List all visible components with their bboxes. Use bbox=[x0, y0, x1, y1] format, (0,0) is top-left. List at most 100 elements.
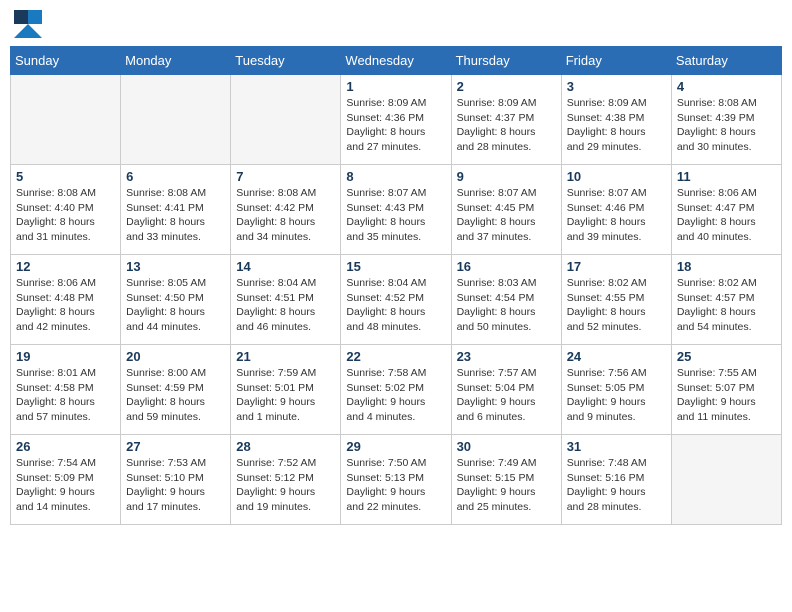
day-info: Sunrise: 8:06 AMSunset: 4:48 PMDaylight:… bbox=[16, 276, 115, 335]
calendar-cell: 17Sunrise: 8:02 AMSunset: 4:55 PMDayligh… bbox=[561, 255, 671, 345]
day-info: Sunrise: 8:09 AMSunset: 4:37 PMDaylight:… bbox=[457, 96, 556, 155]
day-number: 27 bbox=[126, 439, 225, 454]
day-number: 9 bbox=[457, 169, 556, 184]
day-number: 3 bbox=[567, 79, 666, 94]
day-number: 20 bbox=[126, 349, 225, 364]
day-info: Sunrise: 8:08 AMSunset: 4:39 PMDaylight:… bbox=[677, 96, 776, 155]
page-header bbox=[10, 10, 782, 38]
calendar-cell: 7 Sunrise: 8:08 AMSunset: 4:42 PMDaylight… bbox=[231, 165, 341, 255]
weekday-header: Monday bbox=[121, 47, 231, 75]
calendar-cell: 25 Sunrise: 7:55 AMSunset: 5:07 PMDayligh… bbox=[671, 345, 781, 435]
day-number: 15 bbox=[346, 259, 445, 274]
day-info: Sunrise: 8:09 AMSunset: 4:38 PMDaylight:… bbox=[567, 96, 666, 155]
day-number: 10 bbox=[567, 169, 666, 184]
day-info: Sunrise: 8:03 AMSunset: 4:54 PMDaylight:… bbox=[457, 276, 556, 335]
calendar-cell: 13Sunrise: 8:05 AMSunset: 4:50 PMDayligh… bbox=[121, 255, 231, 345]
weekday-header: Thursday bbox=[451, 47, 561, 75]
logo-icon bbox=[14, 10, 42, 38]
calendar-cell: 1 Sunrise: 8:09 AMSunset: 4:36 PMDaylight… bbox=[341, 75, 451, 165]
day-info: Sunrise: 7:57 AMSunset: 5:04 PMDaylight:… bbox=[457, 366, 556, 425]
day-info: Sunrise: 7:55 AMSunset: 5:07 PMDaylight:… bbox=[677, 366, 776, 425]
day-number: 4 bbox=[677, 79, 776, 94]
calendar-cell bbox=[671, 435, 781, 525]
calendar-cell: 2 Sunrise: 8:09 AMSunset: 4:37 PMDaylight… bbox=[451, 75, 561, 165]
weekday-header: Tuesday bbox=[231, 47, 341, 75]
calendar-cell: 23 Sunrise: 7:57 AMSunset: 5:04 PMDayligh… bbox=[451, 345, 561, 435]
calendar-cell: 30 Sunrise: 7:49 AMSunset: 5:15 PMDayligh… bbox=[451, 435, 561, 525]
calendar-week-row: 1 Sunrise: 8:09 AMSunset: 4:36 PMDaylight… bbox=[11, 75, 782, 165]
day-info: Sunrise: 8:02 AMSunset: 4:57 PMDaylight:… bbox=[677, 276, 776, 335]
calendar-cell: 11Sunrise: 8:06 AMSunset: 4:47 PMDayligh… bbox=[671, 165, 781, 255]
day-number: 8 bbox=[346, 169, 445, 184]
day-info: Sunrise: 8:08 AMSunset: 4:41 PMDaylight:… bbox=[126, 186, 225, 245]
calendar-cell: 5 Sunrise: 8:08 AMSunset: 4:40 PMDaylight… bbox=[11, 165, 121, 255]
calendar-cell: 27 Sunrise: 7:53 AMSunset: 5:10 PMDayligh… bbox=[121, 435, 231, 525]
day-number: 2 bbox=[457, 79, 556, 94]
day-number: 14 bbox=[236, 259, 335, 274]
day-info: Sunrise: 8:08 AMSunset: 4:42 PMDaylight:… bbox=[236, 186, 335, 245]
calendar-cell bbox=[11, 75, 121, 165]
day-info: Sunrise: 7:54 AMSunset: 5:09 PMDaylight:… bbox=[16, 456, 115, 515]
weekday-header: Friday bbox=[561, 47, 671, 75]
day-info: Sunrise: 7:56 AMSunset: 5:05 PMDaylight:… bbox=[567, 366, 666, 425]
day-number: 1 bbox=[346, 79, 445, 94]
day-info: Sunrise: 7:48 AMSunset: 5:16 PMDaylight:… bbox=[567, 456, 666, 515]
day-number: 11 bbox=[677, 169, 776, 184]
day-number: 13 bbox=[126, 259, 225, 274]
calendar-cell: 4 Sunrise: 8:08 AMSunset: 4:39 PMDaylight… bbox=[671, 75, 781, 165]
day-info: Sunrise: 7:49 AMSunset: 5:15 PMDaylight:… bbox=[457, 456, 556, 515]
logo bbox=[14, 10, 44, 38]
day-number: 18 bbox=[677, 259, 776, 274]
calendar-cell: 19 Sunrise: 8:01 AMSunset: 4:58 PMDayligh… bbox=[11, 345, 121, 435]
day-number: 26 bbox=[16, 439, 115, 454]
weekday-header: Sunday bbox=[11, 47, 121, 75]
calendar-cell: 16 Sunrise: 8:03 AMSunset: 4:54 PMDayligh… bbox=[451, 255, 561, 345]
day-number: 23 bbox=[457, 349, 556, 364]
day-number: 25 bbox=[677, 349, 776, 364]
day-number: 7 bbox=[236, 169, 335, 184]
day-number: 5 bbox=[16, 169, 115, 184]
calendar-cell: 6Sunrise: 8:08 AMSunset: 4:41 PMDaylight… bbox=[121, 165, 231, 255]
day-number: 16 bbox=[457, 259, 556, 274]
day-number: 21 bbox=[236, 349, 335, 364]
calendar-cell: 18 Sunrise: 8:02 AMSunset: 4:57 PMDayligh… bbox=[671, 255, 781, 345]
calendar-cell: 31 Sunrise: 7:48 AMSunset: 5:16 PMDayligh… bbox=[561, 435, 671, 525]
calendar-cell: 28 Sunrise: 7:52 AMSunset: 5:12 PMDayligh… bbox=[231, 435, 341, 525]
calendar-cell: 8 Sunrise: 8:07 AMSunset: 4:43 PMDaylight… bbox=[341, 165, 451, 255]
calendar-cell: 10 Sunrise: 8:07 AMSunset: 4:46 PMDayligh… bbox=[561, 165, 671, 255]
calendar-cell: 21 Sunrise: 7:59 AMSunset: 5:01 PMDayligh… bbox=[231, 345, 341, 435]
day-info: Sunrise: 8:07 AMSunset: 4:46 PMDaylight:… bbox=[567, 186, 666, 245]
day-info: Sunrise: 8:04 AMSunset: 4:52 PMDaylight:… bbox=[346, 276, 445, 335]
day-number: 22 bbox=[346, 349, 445, 364]
day-info: Sunrise: 7:59 AMSunset: 5:01 PMDaylight:… bbox=[236, 366, 335, 425]
calendar-cell: 24Sunrise: 7:56 AMSunset: 5:05 PMDayligh… bbox=[561, 345, 671, 435]
day-number: 30 bbox=[457, 439, 556, 454]
calendar-week-row: 5 Sunrise: 8:08 AMSunset: 4:40 PMDaylight… bbox=[11, 165, 782, 255]
calendar-cell: 9Sunrise: 8:07 AMSunset: 4:45 PMDaylight… bbox=[451, 165, 561, 255]
calendar-cell: 3 Sunrise: 8:09 AMSunset: 4:38 PMDaylight… bbox=[561, 75, 671, 165]
day-number: 29 bbox=[346, 439, 445, 454]
day-info: Sunrise: 8:08 AMSunset: 4:40 PMDaylight:… bbox=[16, 186, 115, 245]
day-number: 19 bbox=[16, 349, 115, 364]
day-info: Sunrise: 7:52 AMSunset: 5:12 PMDaylight:… bbox=[236, 456, 335, 515]
day-number: 28 bbox=[236, 439, 335, 454]
calendar-week-row: 26 Sunrise: 7:54 AMSunset: 5:09 PMDayligh… bbox=[11, 435, 782, 525]
day-info: Sunrise: 8:02 AMSunset: 4:55 PMDaylight:… bbox=[567, 276, 666, 335]
day-info: Sunrise: 7:53 AMSunset: 5:10 PMDaylight:… bbox=[126, 456, 225, 515]
day-number: 12 bbox=[16, 259, 115, 274]
day-info: Sunrise: 8:00 AMSunset: 4:59 PMDaylight:… bbox=[126, 366, 225, 425]
day-info: Sunrise: 8:04 AMSunset: 4:51 PMDaylight:… bbox=[236, 276, 335, 335]
calendar-cell: 29 Sunrise: 7:50 AMSunset: 5:13 PMDayligh… bbox=[341, 435, 451, 525]
calendar-week-row: 19 Sunrise: 8:01 AMSunset: 4:58 PMDayligh… bbox=[11, 345, 782, 435]
day-info: Sunrise: 7:58 AMSunset: 5:02 PMDaylight:… bbox=[346, 366, 445, 425]
day-number: 31 bbox=[567, 439, 666, 454]
day-info: Sunrise: 8:09 AMSunset: 4:36 PMDaylight:… bbox=[346, 96, 445, 155]
calendar-table: SundayMondayTuesdayWednesdayThursdayFrid… bbox=[10, 46, 782, 525]
day-info: Sunrise: 8:01 AMSunset: 4:58 PMDaylight:… bbox=[16, 366, 115, 425]
calendar-cell: 15 Sunrise: 8:04 AMSunset: 4:52 PMDayligh… bbox=[341, 255, 451, 345]
day-info: Sunrise: 8:07 AMSunset: 4:43 PMDaylight:… bbox=[346, 186, 445, 245]
calendar-cell: 22 Sunrise: 7:58 AMSunset: 5:02 PMDayligh… bbox=[341, 345, 451, 435]
calendar-cell: 12 Sunrise: 8:06 AMSunset: 4:48 PMDayligh… bbox=[11, 255, 121, 345]
weekday-header: Wednesday bbox=[341, 47, 451, 75]
day-info: Sunrise: 7:50 AMSunset: 5:13 PMDaylight:… bbox=[346, 456, 445, 515]
